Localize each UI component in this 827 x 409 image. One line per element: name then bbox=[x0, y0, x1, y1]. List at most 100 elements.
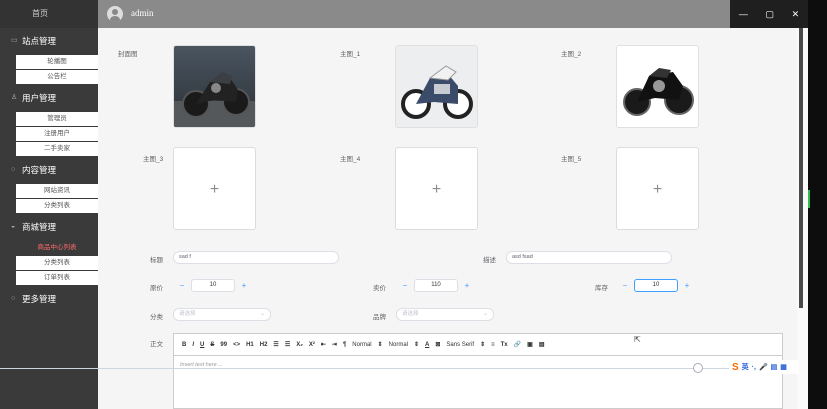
submenu-carousel[interactable]: 轮播图 bbox=[16, 55, 98, 69]
h1-button[interactable]: H1 bbox=[246, 342, 254, 348]
decrease-button[interactable]: − bbox=[173, 281, 191, 290]
submenu-orders[interactable]: 订单列表 bbox=[16, 271, 98, 285]
italic-button[interactable]: I bbox=[192, 342, 194, 348]
decrease-button[interactable]: − bbox=[396, 281, 414, 290]
main-image-5-upload[interactable]: + bbox=[616, 147, 699, 230]
size-select-arrow-icon[interactable]: ⇕ bbox=[378, 341, 383, 348]
stock-label: 库存 bbox=[595, 285, 608, 292]
menu-content-management[interactable]: ○ 内容管理 bbox=[0, 157, 98, 183]
h2-button[interactable]: H2 bbox=[260, 342, 268, 348]
stock-value[interactable]: 10 bbox=[634, 279, 678, 292]
motorcycle-image bbox=[174, 46, 255, 127]
main-image-3-upload[interactable]: + bbox=[173, 147, 256, 230]
outdent-button[interactable]: ⇤ bbox=[321, 341, 326, 348]
slider-track[interactable] bbox=[0, 368, 770, 369]
chevron-down-icon: ⌄ bbox=[259, 311, 265, 317]
submenu-shop-category[interactable]: 分类列表 bbox=[16, 256, 98, 270]
editor-placeholder: Insert text here ... bbox=[180, 362, 223, 368]
menu-user-management[interactable]: ♙ 用户管理 bbox=[0, 85, 98, 111]
title-input[interactable]: sad f bbox=[173, 251, 339, 264]
main-image-4-upload[interactable]: + bbox=[395, 147, 478, 230]
microphone-icon[interactable]: 🎤 bbox=[759, 363, 768, 371]
decrease-button[interactable]: − bbox=[616, 281, 634, 290]
minimize-icon[interactable]: — bbox=[739, 9, 748, 19]
sogou-logo-icon[interactable]: S bbox=[732, 362, 739, 373]
submenu-sellers[interactable]: 二手卖家 bbox=[16, 142, 98, 156]
main-image-1-upload[interactable] bbox=[395, 45, 478, 128]
category-select[interactable]: 请选择 ⌄ bbox=[173, 308, 271, 321]
window-controls: — ▢ ✕ bbox=[730, 0, 808, 28]
username: admin bbox=[131, 8, 154, 18]
submenu-admin[interactable]: 管理员 bbox=[16, 112, 98, 126]
sale-price-stepper[interactable]: − 110 + bbox=[396, 279, 476, 292]
cart-icon: ◒ bbox=[11, 223, 16, 230]
menu-site-management[interactable]: ▭ 站点管理 bbox=[0, 28, 98, 54]
slider-handle[interactable] bbox=[693, 363, 703, 373]
rich-text-editor[interactable]: B I U S 99 <> H1 H2 ☰ ☰ X₂ X² ⇤ ⇥ ¶ Norm… bbox=[173, 333, 783, 409]
bold-button[interactable]: B bbox=[182, 342, 186, 348]
menu-more-management[interactable]: ○ 更多管理 bbox=[0, 286, 98, 312]
video-icon[interactable]: ▤ bbox=[539, 341, 545, 348]
description-input[interactable]: asd fsad bbox=[506, 251, 672, 264]
background-color-button[interactable]: ⊠ bbox=[435, 341, 440, 348]
header-select[interactable]: Normal bbox=[389, 342, 408, 348]
avatar[interactable] bbox=[107, 6, 123, 22]
scrollbar-thumb[interactable] bbox=[799, 28, 803, 308]
brand-select[interactable]: 请选择 ⌄ bbox=[396, 308, 494, 321]
image-icon[interactable]: ▣ bbox=[527, 341, 533, 348]
maximize-icon[interactable]: ▢ bbox=[765, 9, 774, 20]
blockquote-button[interactable]: 99 bbox=[220, 342, 227, 348]
submenu-product-center[interactable]: 商品中心列表 bbox=[16, 241, 98, 255]
menu-label: 内容管理 bbox=[22, 165, 57, 175]
header-select-arrow-icon[interactable]: ⇕ bbox=[414, 341, 419, 348]
brand-placeholder: 请选择 bbox=[402, 311, 419, 317]
toolbox-icon[interactable]: ▦ bbox=[780, 363, 787, 371]
vertical-scrollbar[interactable] bbox=[797, 28, 808, 409]
size-select[interactable]: Normal bbox=[352, 342, 371, 348]
increase-button[interactable]: + bbox=[678, 281, 696, 290]
main-image-5-label: 主图_5 bbox=[561, 156, 582, 163]
original-price-label: 原价 bbox=[150, 285, 163, 292]
clear-format-button[interactable]: Tx bbox=[501, 342, 508, 348]
close-icon[interactable]: ✕ bbox=[792, 9, 800, 20]
menu-shop-management[interactable]: ◒ 商城管理 bbox=[0, 214, 98, 240]
sidebar: 首页 ▭ 站点管理 轮播图 公告栏 ♙ 用户管理 管理员 注册用户 二手卖家 ○ 内容… bbox=[0, 0, 98, 409]
sale-price-value[interactable]: 110 bbox=[414, 279, 458, 292]
superscript-button[interactable]: X² bbox=[309, 342, 315, 348]
bullet-list-button[interactable]: ☰ bbox=[285, 341, 290, 348]
underline-button[interactable]: U bbox=[200, 342, 204, 348]
original-price-stepper[interactable]: − 10 + bbox=[173, 279, 253, 292]
submenu-registered-users[interactable]: 注册用户 bbox=[16, 127, 98, 141]
chevron-down-icon: ⌄ bbox=[482, 311, 488, 317]
description-label: 描述 bbox=[483, 257, 496, 264]
align-button[interactable]: ≡ bbox=[491, 342, 495, 348]
subscript-button[interactable]: X₂ bbox=[296, 342, 303, 348]
direction-button[interactable]: ¶ bbox=[343, 342, 346, 348]
font-select-arrow-icon[interactable]: ⇕ bbox=[480, 341, 485, 348]
category-label: 分类 bbox=[150, 314, 163, 321]
text-color-button[interactable]: A bbox=[425, 342, 429, 348]
cover-image-upload[interactable] bbox=[173, 45, 256, 128]
ime-language-toggle[interactable]: 英 bbox=[742, 362, 749, 372]
submenu-category-list[interactable]: 分类列表 bbox=[16, 199, 98, 213]
font-select[interactable]: Sans Serif bbox=[446, 342, 474, 348]
status-indicator bbox=[808, 190, 810, 208]
link-icon[interactable]: 🔗 bbox=[514, 341, 521, 348]
body-label: 正文 bbox=[150, 341, 163, 348]
submenu-news[interactable]: 网站资讯 bbox=[16, 184, 98, 198]
original-price-value[interactable]: 10 bbox=[191, 279, 235, 292]
ordered-list-button[interactable]: ☰ bbox=[273, 341, 278, 348]
increase-button[interactable]: + bbox=[235, 281, 253, 290]
keyboard-icon[interactable]: ▤ bbox=[771, 363, 778, 371]
stock-stepper[interactable]: − 10 + bbox=[616, 279, 696, 292]
nav-home[interactable]: 首页 bbox=[0, 0, 98, 28]
ime-toolbar[interactable]: S 英 ·, 🎤 ▤ ▦ bbox=[729, 360, 799, 374]
strike-button[interactable]: S bbox=[210, 342, 214, 348]
increase-button[interactable]: + bbox=[458, 281, 476, 290]
main-image-2-upload[interactable] bbox=[616, 45, 699, 128]
code-button[interactable]: <> bbox=[233, 342, 240, 348]
punctuation-icon[interactable]: ·, bbox=[752, 364, 756, 371]
submenu-notice[interactable]: 公告栏 bbox=[16, 70, 98, 84]
motorcycle-image bbox=[617, 46, 698, 127]
indent-button[interactable]: ⇥ bbox=[332, 341, 337, 348]
